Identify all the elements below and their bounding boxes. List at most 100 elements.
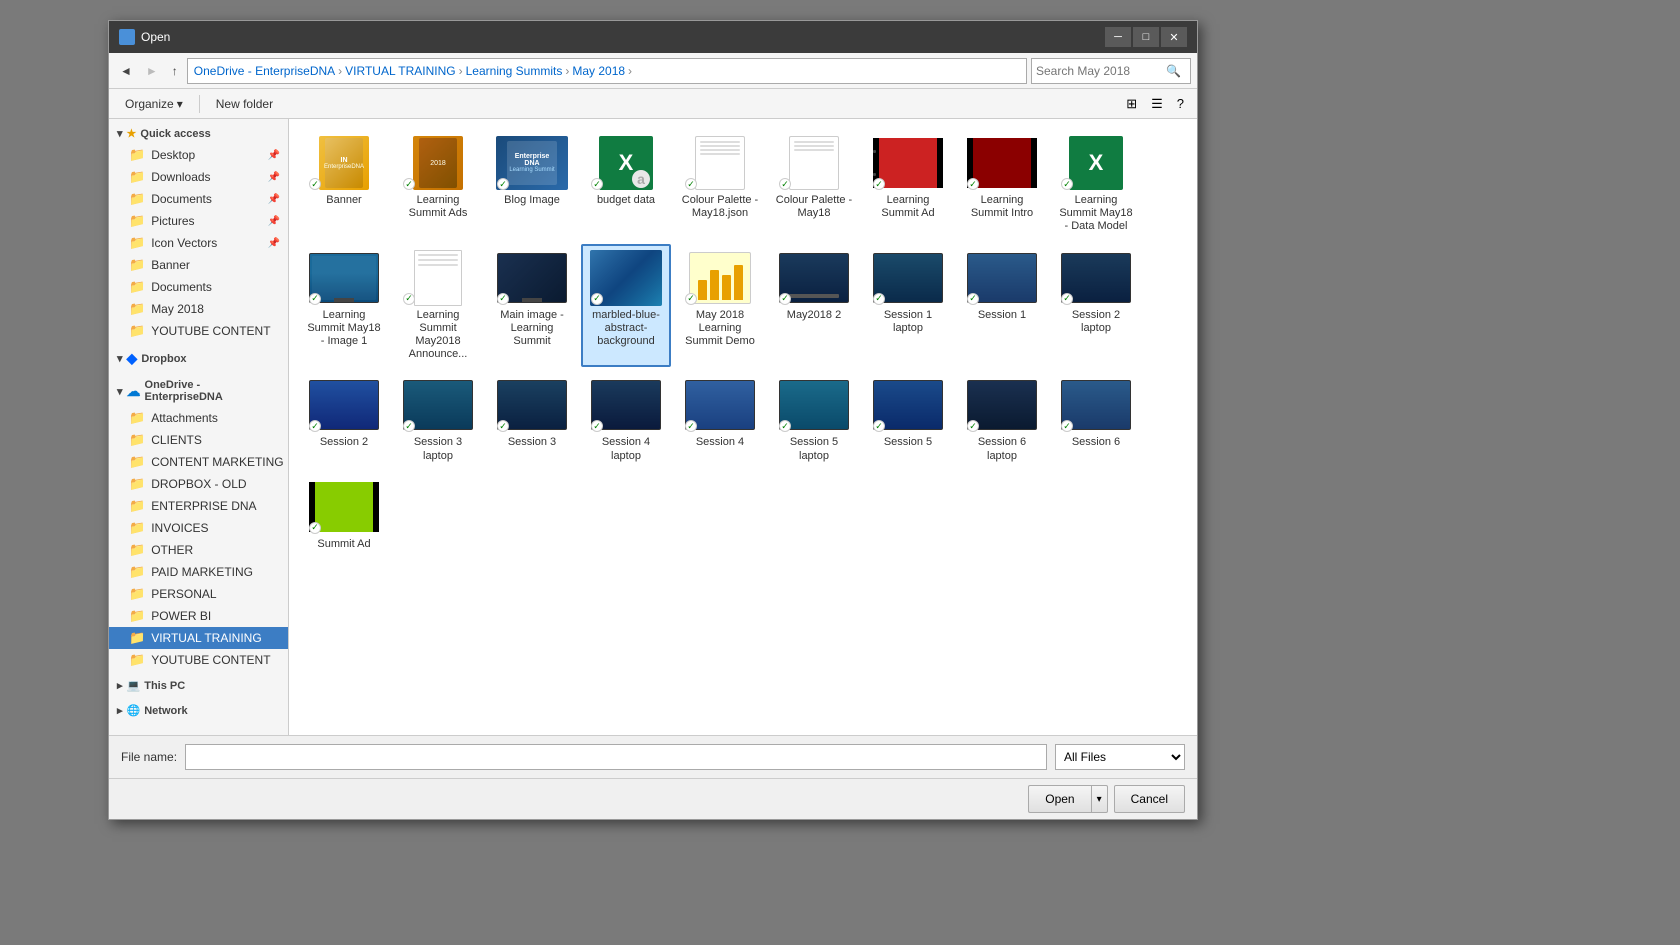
sync-check-icon: ✓ [497,293,509,305]
new-folder-label: New folder [216,97,273,111]
filename-input[interactable] [185,744,1047,770]
file-item[interactable]: ✓ Session 3 [487,371,577,468]
file-item[interactable]: ✓ Session 6 [1051,371,1141,468]
sidebar-item-desktop[interactable]: 📁 Desktop 📌 [109,144,288,166]
sidebar-item-paid-marketing[interactable]: 📁 PAID MARKETING [109,561,288,583]
file-item[interactable]: ✓ Session 4 [675,371,765,468]
file-item[interactable]: Enterprise DNA Learning Summit ✓ Blog Im… [487,129,577,240]
file-item[interactable]: ✓ Main image - Learning Summit [487,244,577,368]
sidebar-item-documents[interactable]: 📁 Documents 📌 [109,188,288,210]
sidebar-item-attachments[interactable]: 📁 Attachments [109,407,288,429]
sidebar-item-may2018[interactable]: 📁 May 2018 [109,298,288,320]
file-thumbnail: ✓ [778,377,850,433]
close-button[interactable]: ✕ [1161,27,1187,47]
file-item[interactable]: ✓ Session 2 [299,371,389,468]
cancel-button[interactable]: Cancel [1114,785,1185,813]
sidebar-item-banner[interactable]: 📁 Banner [109,254,288,276]
sidebar-item-other[interactable]: 📁 OTHER [109,539,288,561]
file-item[interactable]: ✓ Learning Summit May2018 Announce... [393,244,483,368]
file-item[interactable]: ✓ Session 2 laptop [1051,244,1141,368]
sidebar-header-thispc[interactable]: ▸ 💻 This PC [109,675,288,696]
file-thumbnail: X a ✓ [590,135,662,191]
view-tiles-button[interactable]: ⊞ [1121,93,1142,115]
file-item[interactable]: ✓ Learning Summit Ad [863,129,953,240]
sidebar-item-pictures[interactable]: 📁 Pictures 📌 [109,210,288,232]
file-thumbnail: ✓ [778,135,850,191]
new-folder-button[interactable]: New folder [208,95,281,113]
file-item[interactable]: 2018 ✓ Learning Summit Ads [393,129,483,240]
file-item[interactable]: ✓ Session 4 laptop [581,371,671,468]
sidebar-item-dropbox-old[interactable]: 📁 DROPBOX - OLD [109,473,288,495]
breadcrumb-item-3[interactable]: Learning Summits [466,64,563,78]
open-dropdown-button[interactable]: ▾ [1091,785,1108,813]
sidebar-item-youtube-content[interactable]: 📁 YOUTUBE CONTENT [109,649,288,671]
sidebar-item-virtual-training[interactable]: 📁 VIRTUAL TRAINING [109,627,288,649]
file-item[interactable]: ✓ Learning Summit Intro [957,129,1047,240]
minimize-button[interactable]: ─ [1105,27,1131,47]
sidebar-item-content-marketing[interactable]: 📁 CONTENT MARKETING [109,451,288,473]
file-item[interactable]: ✓ Session 5 laptop [769,371,859,468]
sidebar-section-onedrive: ▾ ☁ OneDrive - EnterpriseDNA 📁 Attachmen… [109,375,288,671]
file-item[interactable]: X a ✓ budget data [581,129,671,240]
sidebar-item-documents2[interactable]: 📁 Documents [109,276,288,298]
open-button[interactable]: Open [1028,785,1090,813]
sidebar-item-enterprise-dna[interactable]: 📁 ENTERPRISE DNA [109,495,288,517]
sidebar-item-label: CONTENT MARKETING [151,455,283,469]
sidebar-item-clients[interactable]: 📁 CLIENTS [109,429,288,451]
view-list-button[interactable]: ☰ [1146,93,1168,115]
sidebar-item-power-bi[interactable]: 📁 POWER BI [109,605,288,627]
sidebar-header-onedrive[interactable]: ▾ ☁ OneDrive - EnterpriseDNA [109,375,288,407]
file-name: Colour Palette - May18 [775,194,853,220]
file-thumbnail: ✓ [872,135,944,191]
file-item[interactable]: ✓ Colour Palette - May18.json [675,129,765,240]
file-item[interactable]: ✓ May2018 2 [769,244,859,368]
organize-button[interactable]: Organize ▾ [117,95,191,113]
sidebar-item-personal[interactable]: 📁 PERSONAL [109,583,288,605]
maximize-button[interactable]: □ [1133,27,1159,47]
file-name: Session 2 laptop [1057,309,1135,335]
file-item[interactable]: ✓ Session 3 laptop [393,371,483,468]
filetype-select[interactable]: All Files [1055,744,1185,770]
file-name: Session 6 laptop [963,436,1041,462]
breadcrumb-item-2[interactable]: VIRTUAL TRAINING [345,64,455,78]
file-thumbnail: ✓ [1060,250,1132,306]
view-help-button[interactable]: ? [1172,93,1189,115]
sidebar-item-invoices[interactable]: 📁 INVOICES [109,517,288,539]
file-item[interactable]: ✓ Learning Summit May18 - Image 1 [299,244,389,368]
file-item-selected[interactable]: ✓ marbled-blue-abstract-background [581,244,671,368]
sync-check-icon: ✓ [685,293,697,305]
sync-check-icon: ✓ [873,293,885,305]
breadcrumb-item-1[interactable]: OneDrive - EnterpriseDNA [194,64,335,78]
file-thumbnail: ✓ [308,377,380,433]
sidebar-item-label: Pictures [151,214,194,228]
sidebar-item-downloads[interactable]: 📁 Downloads 📌 [109,166,288,188]
sync-check-icon: ✓ [873,178,885,190]
sidebar-header-network[interactable]: ▸ 🌐 Network [109,700,288,721]
sidebar-item-youtube[interactable]: 📁 YOUTUBE CONTENT [109,320,288,342]
file-item[interactable]: IN EnterpriseDNA ✓ Banner [299,129,389,240]
sidebar-header-quick-access[interactable]: ▾ ★ Quick access [109,123,288,144]
file-thumbnail: ✓ [402,377,474,433]
file-item[interactable]: ✓ Session 5 [863,371,953,468]
folder-icon: 📁 [129,454,145,470]
breadcrumb[interactable]: OneDrive - EnterpriseDNA › VIRTUAL TRAIN… [187,58,1027,84]
file-item[interactable]: ✓ Summit Ad [299,473,389,557]
network-chevron-icon: ▸ [117,704,123,717]
sidebar-header-dropbox[interactable]: ▾ ◆ Dropbox [109,346,288,371]
sidebar-item-icon-vectors[interactable]: 📁 Icon Vectors 📌 [109,232,288,254]
search-box[interactable]: 🔍 [1031,58,1191,84]
file-item[interactable]: ✓ Colour Palette - May18 [769,129,859,240]
file-item[interactable]: ✓ Session 1 [957,244,1047,368]
file-item[interactable]: ✓ Session 6 laptop [957,371,1047,468]
file-item[interactable]: X ✓ Learning Summit May18 - Data Model [1051,129,1141,240]
up-button[interactable]: ↑ [167,61,183,81]
file-thumbnail: ✓ [590,250,662,306]
file-item[interactable]: ✓ Session 1 laptop [863,244,953,368]
back-button[interactable]: ◄ [115,61,137,81]
file-item[interactable]: ✓ May 2018 Learning Summit Demo [675,244,765,368]
forward-button[interactable]: ► [141,61,163,81]
address-bar: ◄ ► ↑ OneDrive - EnterpriseDNA › VIRTUAL… [109,53,1197,89]
search-input[interactable] [1036,64,1166,78]
file-name: Learning Summit Ad [869,194,947,220]
breadcrumb-item-4[interactable]: May 2018 [572,64,625,78]
